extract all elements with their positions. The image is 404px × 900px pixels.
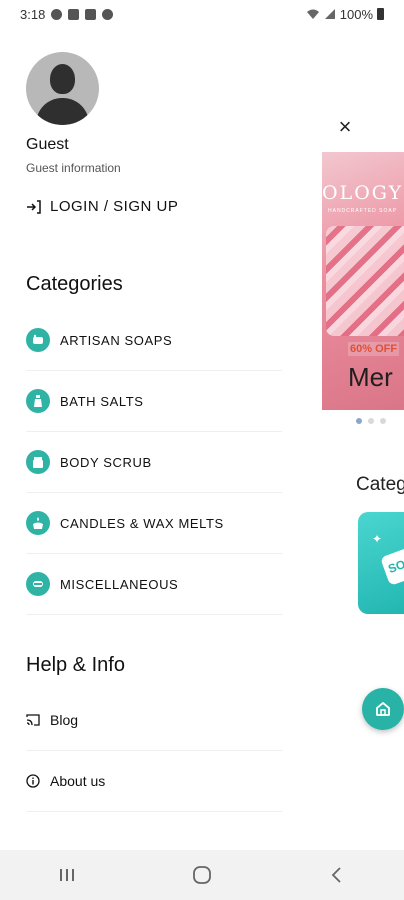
battery-icon (377, 8, 384, 20)
image-icon (85, 8, 97, 20)
status-right: 100% (306, 7, 384, 22)
page-categories-title: Categ (356, 474, 404, 495)
home-circle-icon (193, 866, 211, 884)
candle-icon (26, 511, 50, 535)
navigation-drawer: Guest Guest information LOGIN / SIGN UP … (0, 28, 306, 850)
carousel-dot[interactable] (356, 418, 362, 424)
back-icon (331, 867, 341, 883)
carousel-dot[interactable] (368, 418, 374, 424)
info-icon (26, 774, 40, 788)
login-signup-label: LOGIN / SIGN UP (50, 198, 179, 215)
help-item-about-us[interactable]: About us (26, 751, 282, 812)
banner-brand: OLOGY (322, 182, 404, 204)
jar-icon (26, 450, 50, 474)
categories-title: Categories (26, 273, 123, 295)
avatar[interactable] (26, 52, 99, 125)
category-card-tag: SO (380, 544, 404, 586)
back-button[interactable] (307, 855, 367, 895)
cast-icon (26, 714, 40, 726)
battery-percent: 100% (339, 6, 373, 22)
category-label: BODY SCRUB (60, 454, 152, 470)
recents-icon (60, 869, 75, 881)
login-icon (27, 199, 41, 214)
home-button[interactable] (362, 688, 404, 730)
soap-icon (26, 328, 50, 352)
category-miscellaneous[interactable]: MISCELLANEOUS (26, 554, 282, 615)
help-item-label: About us (50, 773, 106, 789)
home-icon (376, 702, 390, 716)
category-label: MISCELLANEOUS (60, 576, 179, 592)
login-signup-button[interactable]: LOGIN / SIGN UP (26, 198, 178, 215)
wifi-icon (306, 9, 319, 19)
signal-icon (324, 9, 335, 19)
home-system-button[interactable] (172, 855, 232, 895)
status-time: 3:18 (20, 6, 46, 22)
sync-icon (102, 8, 114, 20)
category-candles-wax-melts[interactable]: CANDLES & WAX MELTS (26, 493, 282, 554)
bottle-icon (26, 389, 50, 413)
help-item-blog[interactable]: Blog (26, 690, 282, 751)
banner-title: Mer (348, 362, 393, 392)
banner-discount: 60% OFF (348, 342, 400, 356)
category-label: ARTISAN SOAPS (60, 332, 173, 348)
video-icon (68, 8, 80, 20)
help-info-title: Help & Info (26, 654, 125, 676)
user-subtitle: Guest information (26, 161, 121, 175)
category-label: BATH SALTS (60, 393, 144, 409)
help-item-label: Blog (50, 712, 79, 728)
avatar-head (50, 64, 75, 94)
category-card[interactable]: ✦ SO (358, 512, 404, 614)
misc-icon (26, 572, 50, 596)
promo-banner[interactable]: OLOGY HANDCRAFTED SOAP 60% OFF Mer (322, 152, 404, 410)
status-left: 3:18 (20, 6, 114, 22)
sparkle-icon: ✦ (372, 532, 383, 546)
user-name: Guest (26, 136, 69, 153)
banner-subtitle: HANDCRAFTED SOAP (328, 208, 398, 214)
category-bath-salts[interactable]: BATH SALTS (26, 371, 282, 432)
notification-icon (51, 8, 63, 20)
category-artisan-soaps[interactable]: ARTISAN SOAPS (26, 310, 282, 371)
close-drawer-button[interactable]: × (334, 116, 356, 138)
status-bar: 3:18 100% (0, 0, 404, 28)
recents-button[interactable] (37, 855, 97, 895)
carousel-dot[interactable] (380, 418, 386, 424)
category-body-scrub[interactable]: BODY SCRUB (26, 432, 282, 493)
category-label: CANDLES & WAX MELTS (60, 515, 224, 531)
carousel-dots (356, 418, 386, 424)
avatar-body (36, 98, 89, 125)
banner-soap-image (326, 226, 404, 336)
system-nav-bar (0, 850, 404, 900)
